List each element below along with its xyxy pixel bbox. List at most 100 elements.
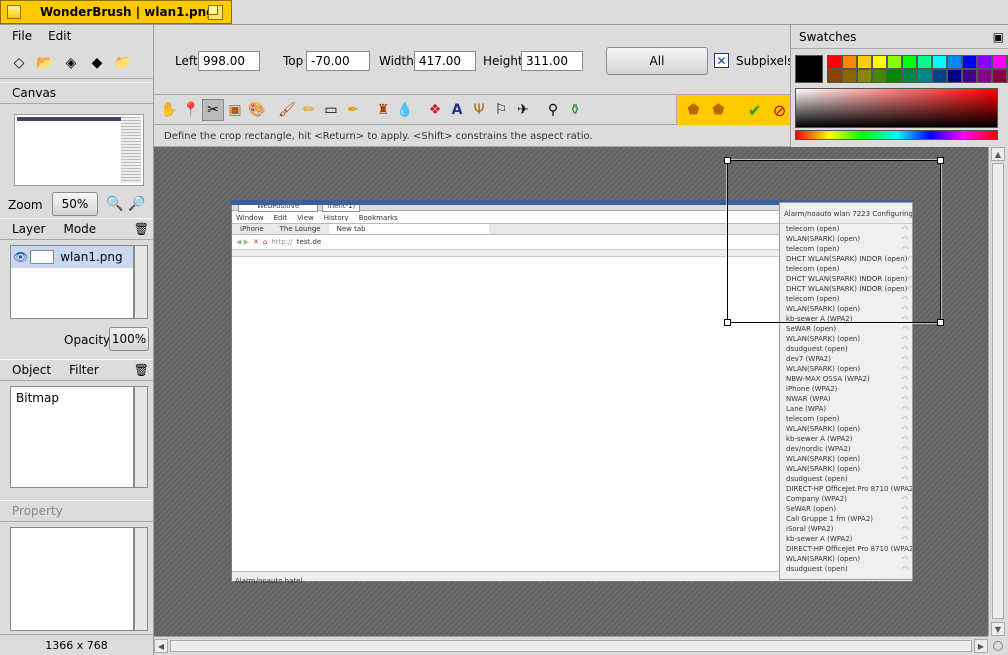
zoom-value-button[interactable]: 50% [52,192,98,216]
window-tab[interactable]: WonderBrush | wlan1.png [0,0,232,24]
color-swatch[interactable] [962,69,977,83]
width-input[interactable]: 417.00 [414,51,476,71]
crop-handle-tr[interactable] [937,157,944,164]
trash-icon[interactable]: 🗑 [134,222,149,236]
color-swatch[interactable] [932,69,947,83]
vertical-scrollbar[interactable]: ▲ ▼ [988,147,1008,636]
object-list-scrollbar[interactable] [134,386,148,488]
left-input[interactable]: 998.00 [198,51,260,71]
new-icon[interactable]: ◇ [8,52,30,74]
object-list[interactable]: Bitmap [10,386,134,488]
text-icon[interactable]: A [446,99,468,121]
select-icon[interactable]: ✈ [512,99,534,121]
stamp-icon[interactable]: ♜ [372,99,394,121]
color-swatch[interactable] [992,69,1007,83]
color-swatch[interactable] [872,69,887,83]
eye-icon[interactable]: 👁 [13,250,28,264]
resize-corner[interactable] [988,636,1008,655]
color-swatch[interactable] [917,55,932,69]
property-list-scrollbar[interactable] [134,527,148,631]
color-swatch[interactable] [992,55,1007,69]
brush-icon[interactable]: 🖌 [276,99,298,121]
bucket-icon[interactable]: ⚱ [564,99,586,121]
layer-row[interactable]: 👁 wlan1.png [11,246,133,268]
filter-header-label[interactable]: Filter [69,363,99,377]
horizontal-scroll-thumb[interactable] [170,640,972,652]
height-input[interactable]: 311.00 [521,51,583,71]
open-icon[interactable]: 📂 [34,52,56,74]
color-swatch[interactable] [947,55,962,69]
export-icon[interactable]: 📁 [112,52,134,74]
current-color[interactable] [795,55,823,83]
save-as-icon[interactable]: ◆ [86,52,108,74]
close-box[interactable] [7,5,21,19]
zoom-box[interactable] [208,5,223,20]
object-trash-icon[interactable]: 🗑 [134,363,149,377]
color-swatch[interactable] [917,69,932,83]
palette-icon[interactable]: 🎨 [246,99,268,121]
confirm-icon[interactable]: ✔ [744,99,765,121]
opacity-value-button[interactable]: 100% [109,327,149,351]
color-swatch[interactable] [977,55,992,69]
crop-handle-bl[interactable] [724,319,731,326]
box-icon[interactable]: ▣ [224,99,246,121]
scroll-right-arrow[interactable]: ▶ [974,639,988,653]
menu-file[interactable]: File [12,29,32,43]
color-swatch[interactable] [902,69,917,83]
scroll-down-arrow[interactable]: ▼ [991,622,1005,636]
color-swatch[interactable] [962,55,977,69]
shape-icon[interactable]: ⚐ [490,99,512,121]
property-list[interactable] [10,527,134,631]
object-item[interactable]: Bitmap [16,391,59,405]
save-icon[interactable]: ◈ [60,52,82,74]
hue-slider[interactable] [795,130,998,140]
color-swatch[interactable] [842,69,857,83]
all-button[interactable]: All [606,47,708,75]
color-swatch[interactable] [872,55,887,69]
path-icon[interactable]: Ψ [468,99,490,121]
img-url-prefix: http:// [271,238,293,246]
vertical-scroll-thumb[interactable] [992,163,1004,619]
crop-rectangle[interactable] [724,157,944,326]
color-swatch[interactable] [977,69,992,83]
canvas-thumbnail[interactable] [14,114,144,186]
top-input[interactable]: -70.00 [306,51,370,71]
pencil-icon[interactable]: ✏ [298,99,320,121]
drop-icon[interactable]: 💧 [394,99,416,121]
color-swatch[interactable] [857,69,872,83]
color-swatch[interactable] [932,55,947,69]
pin-icon[interactable]: 📍 [180,99,202,121]
cancel-icon[interactable]: ⊘ [769,99,790,121]
crop-handle-tl[interactable] [724,157,731,164]
scroll-left-arrow[interactable]: ◀ [154,639,168,653]
layer-list[interactable]: 👁 wlan1.png [10,245,134,319]
eraser-icon[interactable]: ▭ [320,99,342,121]
color-swatch[interactable] [902,55,917,69]
color-swatch[interactable] [827,69,842,83]
color-swatch[interactable] [887,69,902,83]
crop-handle-br[interactable] [937,319,944,326]
color-swatch[interactable] [827,55,842,69]
undo-icon[interactable]: ⬟ [683,99,704,121]
subpixels-checkbox[interactable]: ✕ [714,53,729,68]
color-swatch[interactable] [947,69,962,83]
menu-edit[interactable]: Edit [48,29,71,43]
crop-icon[interactable]: ✂ [202,98,224,121]
mode-header-label[interactable]: Mode [63,222,96,236]
swatches-menu-icon[interactable]: ▣ [993,30,1004,44]
color-swatch[interactable] [857,55,872,69]
picker-icon[interactable]: ⚲ [542,99,564,121]
zoom-out-icon[interactable]: 🔎 [126,193,148,215]
blur-icon[interactable]: ❖ [424,99,446,121]
zoom-in-icon[interactable]: 🔍 [104,193,126,215]
scroll-up-arrow[interactable]: ▲ [991,147,1005,161]
redo-icon[interactable]: ⬟ [708,99,729,121]
color-swatch[interactable] [887,55,902,69]
horizontal-scrollbar[interactable]: ◀ ▶ [154,636,988,655]
color-field[interactable] [795,88,998,128]
layer-list-scrollbar[interactable] [134,245,148,319]
window-title: WonderBrush | wlan1.png [40,5,215,19]
color-swatch[interactable] [842,55,857,69]
hand-icon[interactable]: ✋ [158,99,180,121]
pen-icon[interactable]: ✒ [342,99,364,121]
